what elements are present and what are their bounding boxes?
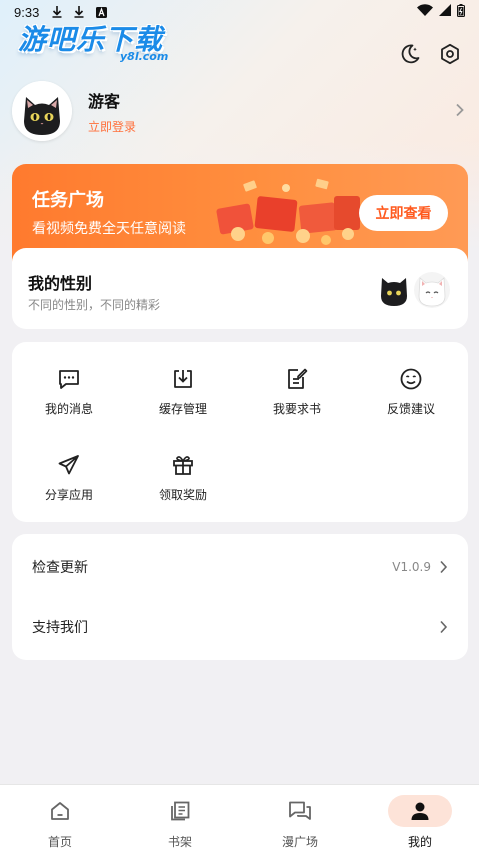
nav-label: 书架 [167,835,192,849]
menu-item-feedback[interactable]: 反馈建议 [354,366,468,426]
settings-list-card: 检查更新 V1.0.9 支持我们 [12,534,468,660]
view-now-button[interactable]: 立即查看 [359,195,448,231]
download-status-icon [51,5,63,19]
feature-menu-card: 我的消息 缓存管理 我要求书 反馈建议 分享应用 领取奖励 [12,342,468,522]
wifi-icon [417,4,433,20]
profile-icon [388,795,452,827]
nav-label: 漫广场 [281,835,318,849]
menu-label: 领取奖励 [158,488,207,502]
check-update-label: 检查更新 [32,560,88,576]
black-cat-icon [381,278,407,306]
menu-label: 我要求书 [272,402,321,416]
menu-label: 分享应用 [44,488,93,502]
menu-label: 缓存管理 [158,402,207,416]
download-status-icon-2 [73,5,85,19]
support-us-row[interactable]: 支持我们 [12,598,468,656]
gender-title: 我的性别 [28,274,93,293]
message-icon [56,366,82,392]
username: 游客 [88,91,121,111]
settings-button[interactable] [438,42,462,66]
chevron-right-icon [439,620,448,634]
chevron-right-icon [439,560,448,574]
bottom-navigation: 首页 书架 漫广场 我的 [0,784,479,855]
settings-hex-icon [441,43,459,65]
nav-home[interactable]: 首页 [0,785,120,855]
comic-square-icon [268,795,332,827]
menu-item-messages[interactable]: 我的消息 [12,366,126,426]
black-cat-avatar-icon [12,81,72,141]
menu-label: 我的消息 [44,402,93,416]
status-bar: 9:33 [0,0,479,24]
nav-label: 我的 [407,835,432,849]
feedback-smile-icon [398,366,424,392]
chevron-right-icon [455,102,465,121]
moon-icon [401,44,420,64]
nav-label: 首页 [47,835,72,849]
version-value: V1.0.9 [392,560,431,574]
signal-icon [439,4,451,20]
night-mode-button[interactable] [398,42,422,66]
nav-profile[interactable]: 我的 [360,785,479,855]
logo-subtext: y8l.com [120,50,169,63]
app-status-icon [95,5,107,19]
nav-bookshelf[interactable]: 书架 [120,785,240,855]
gift-icon [170,452,196,478]
avatar[interactable] [12,81,72,141]
menu-item-request-book[interactable]: 我要求书 [240,366,354,426]
gender-subtitle: 不同的性别，不同的精彩 [28,298,161,312]
profile-row[interactable]: 游客 立即登录 [12,80,467,142]
task-title: 任务广场 [32,190,104,211]
share-icon [56,452,82,478]
battery-icon [457,3,465,21]
download-icon [170,366,196,392]
home-icon [28,795,92,827]
nav-comic-square[interactable]: 漫广场 [240,785,360,855]
check-update-row[interactable]: 检查更新 V1.0.9 [12,538,468,596]
gender-cats-illustration [376,270,452,310]
support-us-label: 支持我们 [32,620,88,636]
menu-item-cache[interactable]: 缓存管理 [126,366,240,426]
menu-item-share[interactable]: 分享应用 [12,452,126,512]
menu-label: 反馈建议 [386,402,435,416]
bookshelf-icon [148,795,212,827]
task-subtitle: 看视频免费全天任意阅读 [32,221,186,237]
gender-card[interactable]: 我的性别 不同的性别，不同的精彩 [12,248,468,329]
status-time: 9:33 [14,4,40,20]
menu-item-reward[interactable]: 领取奖励 [126,452,240,512]
login-link[interactable]: 立即登录 [88,118,136,135]
app-logo: 游吧乐下载 y8l.com [18,22,188,66]
request-book-icon [284,366,310,392]
